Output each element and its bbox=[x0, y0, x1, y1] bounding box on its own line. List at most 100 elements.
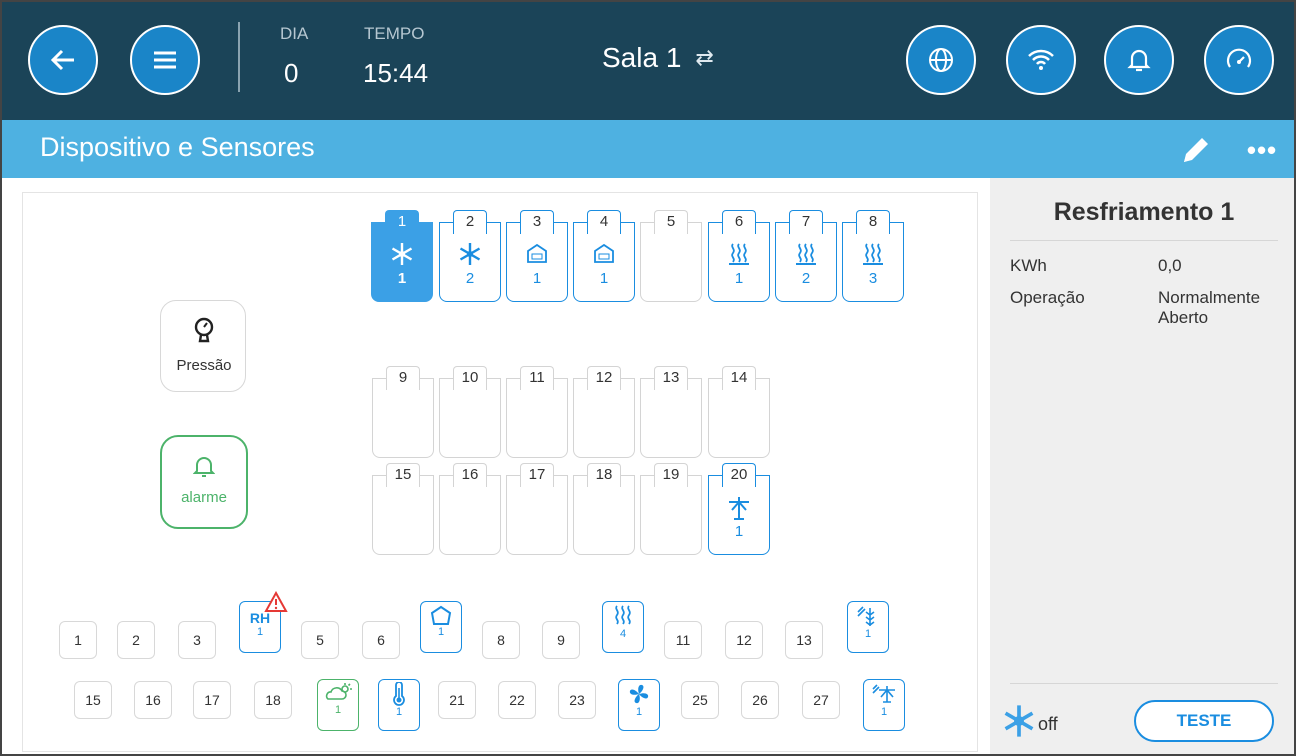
alarm-button[interactable]: alarme bbox=[160, 435, 248, 529]
rh-sub: 1 bbox=[256, 626, 264, 638]
fan-icon bbox=[629, 684, 649, 704]
slot-number: 17 bbox=[520, 463, 554, 487]
device-slot-10[interactable]: 10 bbox=[439, 366, 501, 458]
sensor-slot-19[interactable]: 1 bbox=[317, 679, 359, 731]
slot-sub: 3 bbox=[868, 270, 878, 287]
slot-body bbox=[372, 378, 434, 458]
slot-sub: 1 bbox=[599, 270, 609, 287]
device-slot-4[interactable]: 4 1 bbox=[573, 210, 635, 302]
device-slot-16[interactable]: 16 bbox=[439, 463, 501, 555]
slot-body bbox=[573, 378, 635, 458]
sensor-slot-16[interactable]: 16 bbox=[134, 681, 172, 719]
device-slot-3[interactable]: 3 1 bbox=[506, 210, 568, 302]
device-slot-18[interactable]: 18 bbox=[573, 463, 635, 555]
sensor-slot-9[interactable]: 9 bbox=[542, 621, 580, 659]
weather-icon bbox=[325, 683, 352, 700]
slot-body bbox=[506, 378, 568, 458]
test-button[interactable]: TESTE bbox=[1134, 700, 1274, 742]
sensor-slot-7[interactable]: 1 bbox=[420, 601, 462, 653]
sensor-slot-12[interactable]: 12 bbox=[725, 621, 763, 659]
device-slot-5[interactable]: 5 bbox=[640, 210, 702, 302]
slot-sub: 1 bbox=[734, 523, 744, 540]
snowflake-icon bbox=[439, 242, 501, 268]
arrow-left-icon bbox=[50, 49, 74, 71]
bell-icon bbox=[1127, 49, 1151, 72]
sensor-slot-25[interactable]: 25 bbox=[681, 681, 719, 719]
sensor-slot-2[interactable]: 2 bbox=[117, 621, 155, 659]
time-label: TEMPO bbox=[364, 24, 425, 43]
slot-number: 16 bbox=[453, 463, 487, 487]
gauge-button[interactable] bbox=[1204, 25, 1274, 95]
slot-number: 15 bbox=[386, 463, 420, 487]
slot-number: 12 bbox=[587, 366, 621, 390]
slot-body bbox=[573, 475, 635, 555]
edit-button[interactable] bbox=[1174, 128, 1218, 172]
sensor-slot-18[interactable]: 18 bbox=[254, 681, 292, 719]
device-slot-13[interactable]: 13 bbox=[640, 366, 702, 458]
sensor-slot-22[interactable]: 22 bbox=[498, 681, 536, 719]
heater-sub: 4 bbox=[619, 628, 627, 640]
pressure-sensor-button[interactable]: Pressão bbox=[160, 300, 246, 392]
device-slot-6[interactable]: 6 1 bbox=[708, 210, 770, 302]
house-sub: 1 bbox=[437, 626, 445, 638]
device-slot-17[interactable]: 17 bbox=[506, 463, 568, 555]
sensor-slot-20[interactable]: 1 bbox=[378, 679, 420, 731]
sensor-slot-27[interactable]: 27 bbox=[802, 681, 840, 719]
device-slot-14[interactable]: 14 bbox=[708, 366, 770, 458]
sensor-slot-21[interactable]: 21 bbox=[438, 681, 476, 719]
menu-icon bbox=[154, 51, 176, 69]
device-slot-8[interactable]: 8 3 bbox=[842, 210, 904, 302]
more-options-button[interactable]: ••• bbox=[1240, 128, 1284, 172]
device-slot-15[interactable]: 15 bbox=[372, 463, 434, 555]
sensor-slot-28[interactable]: 1 bbox=[863, 679, 905, 731]
slot-number: 1 bbox=[385, 210, 419, 234]
sensor-slot-13[interactable]: 13 bbox=[785, 621, 823, 659]
sensor-slot-1[interactable]: 1 bbox=[59, 621, 97, 659]
sensor-slot-6[interactable]: 6 bbox=[362, 621, 400, 659]
globe-button[interactable] bbox=[906, 25, 976, 95]
slot-number: 7 bbox=[789, 210, 823, 234]
back-button[interactable] bbox=[28, 25, 98, 95]
sensor-slot-24[interactable]: 1 bbox=[618, 679, 660, 731]
device-slot-9[interactable]: 9 bbox=[372, 366, 434, 458]
sensor-slot-8[interactable]: 8 bbox=[482, 621, 520, 659]
pressure-icon bbox=[194, 317, 214, 343]
wifi-button[interactable] bbox=[1006, 25, 1076, 95]
device-slot-20[interactable]: 20 1 bbox=[708, 463, 770, 555]
device-slot-12[interactable]: 12 bbox=[573, 366, 635, 458]
sensor-slot-5[interactable]: 5 bbox=[301, 621, 339, 659]
slot-body bbox=[640, 378, 702, 458]
sensor-slot-11[interactable]: 11 bbox=[664, 621, 702, 659]
sensor-slot-23[interactable]: 23 bbox=[558, 681, 596, 719]
sensor-slot-26[interactable]: 26 bbox=[741, 681, 779, 719]
status-text: off bbox=[1038, 714, 1058, 734]
top-bar: DIA 0 TEMPO 15:44 Sala 1 ⇄ bbox=[2, 2, 1294, 120]
heater-icon bbox=[615, 605, 631, 625]
device-slot-11[interactable]: 11 bbox=[506, 366, 568, 458]
slot-number: 10 bbox=[453, 366, 487, 390]
device-slot-7[interactable]: 7 2 bbox=[775, 210, 837, 302]
notifications-button[interactable] bbox=[1104, 25, 1174, 95]
kwh-value: 0,0 bbox=[1158, 256, 1182, 275]
device-slot-1[interactable]: 1 1 bbox=[371, 210, 433, 302]
slot-number: 5 bbox=[654, 210, 688, 234]
sensor-slot-3[interactable]: 3 bbox=[178, 621, 216, 659]
sensor-slot-15[interactable]: 15 bbox=[74, 681, 112, 719]
sensor-slot-14[interactable]: 1 bbox=[847, 601, 889, 653]
device-slot-19[interactable]: 19 bbox=[640, 463, 702, 555]
operation-value: Normalmente Aberto bbox=[1158, 288, 1261, 327]
room-selector[interactable]: Sala 1 ⇄ bbox=[602, 42, 714, 74]
divider bbox=[1010, 240, 1278, 241]
slot-sub: 2 bbox=[801, 270, 811, 287]
sprinkler-icon bbox=[708, 495, 770, 521]
slot-number: 11 bbox=[520, 366, 554, 390]
slot-body bbox=[708, 378, 770, 458]
warning-icon bbox=[264, 591, 288, 612]
device-slot-2[interactable]: 2 2 bbox=[439, 210, 501, 302]
sensor-slot-10[interactable]: 4 bbox=[602, 601, 644, 653]
sensor-slot-17[interactable]: 17 bbox=[193, 681, 231, 719]
menu-button[interactable] bbox=[130, 25, 200, 95]
slot-number: 4 bbox=[587, 210, 621, 234]
day-label: DIA bbox=[280, 24, 309, 43]
pressure-label: Pressão bbox=[176, 357, 232, 374]
